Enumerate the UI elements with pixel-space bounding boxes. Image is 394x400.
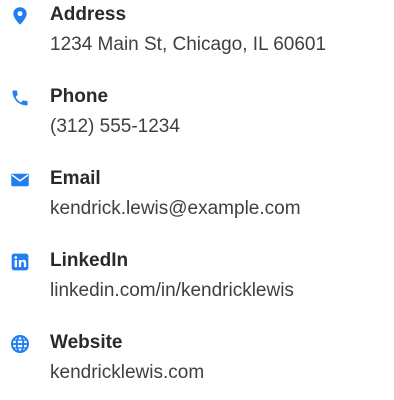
contact-item-address: Address 1234 Main St, Chicago, IL 60601: [0, 2, 394, 72]
phone-label: Phone: [50, 86, 109, 107]
contact-item-email: Email kendrick.lewis@example.com: [0, 166, 394, 236]
linkedin-value: linkedin.com/in/kendricklewis: [50, 280, 294, 301]
linkedin-label: LinkedIn: [50, 250, 129, 271]
address-value: 1234 Main St, Chicago, IL 60601: [50, 34, 327, 55]
email-value: kendrick.lewis@example.com: [50, 198, 301, 219]
website-label: Website: [50, 332, 123, 353]
contact-list: Address 1234 Main St, Chicago, IL 60601 …: [0, 0, 394, 386]
envelope-icon: [10, 170, 30, 190]
contact-item-linkedin: LinkedIn linkedin.com/in/kendricklewis: [0, 248, 394, 318]
website-value: kendricklewis.com: [50, 362, 205, 383]
address-label: Address: [50, 4, 127, 25]
contact-item-phone: Phone (312) 555-1234: [0, 84, 394, 154]
email-label: Email: [50, 168, 101, 189]
phone-icon: [10, 88, 30, 108]
globe-icon: [10, 334, 30, 354]
linkedin-icon: [10, 252, 30, 272]
phone-value: (312) 555-1234: [50, 116, 180, 137]
contact-item-website: Website kendricklewis.com: [0, 330, 394, 400]
map-pin-icon: [10, 6, 30, 26]
